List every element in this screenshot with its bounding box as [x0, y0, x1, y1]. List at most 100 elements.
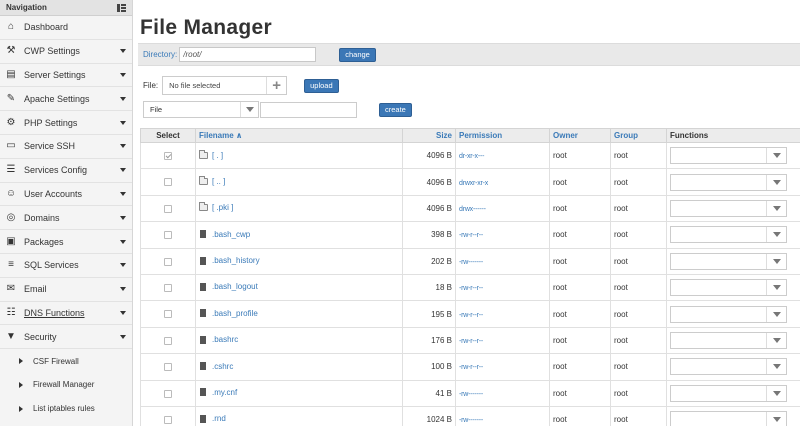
- functions-select[interactable]: [670, 358, 787, 376]
- functions-select[interactable]: [670, 305, 787, 323]
- upload-button[interactable]: upload: [304, 78, 339, 93]
- permission-link[interactable]: -rw-r--r--: [459, 364, 483, 371]
- filename-cell: .bash_history: [195, 247, 403, 275]
- functions-select[interactable]: [670, 279, 787, 297]
- sidebar-item-services-config[interactable]: ☰ Services Config: [0, 159, 132, 183]
- create-type-select[interactable]: File: [143, 101, 259, 118]
- submenu-item-label: Firewall Manager: [33, 380, 95, 390]
- chevron-down-icon[interactable]: [766, 332, 786, 348]
- sidebar-item-email[interactable]: ✉ Email: [0, 278, 132, 302]
- chevron-down-icon[interactable]: [766, 280, 786, 296]
- functions-select[interactable]: [670, 199, 787, 217]
- header-group[interactable]: Group: [610, 128, 667, 143]
- functions-select[interactable]: [670, 226, 787, 244]
- row-checkbox[interactable]: [164, 415, 172, 424]
- functions-select[interactable]: [670, 331, 787, 349]
- row-checkbox[interactable]: [164, 178, 172, 187]
- filename-link[interactable]: [ . ]: [199, 149, 223, 160]
- sidebar-item-apache-settings[interactable]: ✎ Apache Settings: [0, 87, 132, 112]
- sidebar-item-dashboard[interactable]: ⌂ Dashboard: [0, 16, 132, 40]
- sidebar-item-service-ssh[interactable]: ▭ Service SSH: [0, 135, 132, 159]
- functions-select[interactable]: [670, 147, 787, 165]
- row-checkbox[interactable]: [164, 389, 172, 398]
- chevron-down-icon[interactable]: [766, 359, 786, 375]
- submenu-item-list-iptables-rules[interactable]: List iptables rules: [0, 396, 132, 421]
- header-owner[interactable]: Owner: [549, 128, 611, 143]
- filename-link[interactable]: .rnd: [199, 414, 226, 423]
- filename-link[interactable]: .my.cnf: [199, 388, 237, 397]
- plus-icon[interactable]: +: [266, 77, 286, 94]
- create-name-input[interactable]: [260, 101, 357, 118]
- sidebar-item-dns-functions[interactable]: ☷ DNS Functions: [0, 302, 132, 326]
- permission-link[interactable]: -rw-r--r--: [459, 312, 483, 319]
- filename-link[interactable]: .bash_history: [199, 256, 260, 265]
- directory-input[interactable]: [179, 47, 317, 62]
- chevron-down-icon[interactable]: [766, 227, 786, 243]
- sidebar-item-php-settings[interactable]: ⚙ PHP Settings: [0, 111, 132, 135]
- chevron-down-icon[interactable]: [766, 412, 786, 426]
- folder-icon: [199, 176, 208, 186]
- row-checkbox[interactable]: [164, 204, 172, 213]
- create-button[interactable]: create: [379, 102, 412, 117]
- header-size[interactable]: Size: [402, 128, 456, 143]
- select-cell: [140, 353, 196, 381]
- functions-select[interactable]: [670, 252, 787, 270]
- filename-link[interactable]: .bash_profile: [199, 309, 258, 318]
- sidebar-item-sql-services[interactable]: ≡ SQL Services: [0, 254, 132, 278]
- row-checkbox[interactable]: [164, 310, 172, 319]
- functions-select[interactable]: [670, 411, 787, 426]
- owner-cell: root: [549, 141, 611, 170]
- row-checkbox[interactable]: [164, 257, 172, 266]
- nav-list: ⌂ Dashboard ⚒ CWP Settings ▤ Server Settings ✎…: [0, 16, 132, 350]
- sidebar-item-domains[interactable]: ◎ Domains: [0, 206, 132, 231]
- chevron-down-icon[interactable]: [766, 200, 786, 216]
- file-picker[interactable]: No file selected +: [162, 76, 288, 95]
- filename-link[interactable]: [ .. ]: [199, 176, 225, 186]
- sidebar-item-label: Email: [24, 284, 47, 295]
- chevron-down-icon[interactable]: [766, 306, 786, 322]
- permission-link[interactable]: -rw-------: [459, 391, 483, 398]
- permission-link[interactable]: -rw-------: [459, 259, 483, 266]
- functions-select[interactable]: [670, 384, 787, 402]
- functions-select[interactable]: [670, 173, 787, 191]
- permission-link[interactable]: dr-xr-x---: [459, 153, 484, 160]
- chevron-down-icon[interactable]: [766, 174, 786, 190]
- filename-link[interactable]: .bashrc: [199, 335, 238, 344]
- submenu-item-firewall-manager[interactable]: Firewall Manager: [0, 372, 132, 397]
- chevron-down-icon[interactable]: [766, 385, 786, 401]
- permission-link[interactable]: -rw-r--r--: [459, 232, 483, 239]
- permission-link[interactable]: drwx------: [459, 206, 486, 213]
- sidebar-item-security[interactable]: ▼ Security: [0, 325, 132, 350]
- submenu-item-csf-firewall[interactable]: CSF Firewall: [0, 349, 132, 373]
- filename-text: .bash_cwp: [212, 229, 251, 239]
- header-permission[interactable]: Permission: [455, 128, 550, 143]
- row-checkbox[interactable]: [164, 363, 172, 372]
- header-filename[interactable]: Filename ∧: [195, 128, 403, 143]
- filename-link[interactable]: [ .pki ]: [199, 202, 233, 212]
- chevron-down-icon[interactable]: [766, 253, 786, 269]
- permission-link[interactable]: -rw-r--r--: [459, 338, 483, 345]
- table-row: .bash_cwp 398 B -rw-r--r-- root root: [140, 221, 800, 249]
- permission-link[interactable]: drwxr-xr-x: [459, 180, 488, 187]
- change-button[interactable]: change: [339, 47, 376, 62]
- sidebar-item-packages[interactable]: ▣ Packages: [0, 230, 132, 254]
- filename-link[interactable]: .cshrc: [199, 362, 233, 371]
- chevron-down-icon[interactable]: [766, 148, 786, 164]
- row-checkbox[interactable]: [164, 336, 172, 345]
- permission-link[interactable]: -rw-------: [459, 417, 483, 424]
- filename-link[interactable]: .bash_logout: [199, 282, 258, 291]
- row-checkbox[interactable]: [164, 152, 172, 161]
- row-checkbox[interactable]: [164, 231, 172, 240]
- sidebar-item-label: DNS Functions: [24, 307, 85, 318]
- owner-cell: root: [549, 300, 611, 328]
- chevron-down-icon[interactable]: [240, 102, 258, 117]
- filename-text: .rnd: [212, 414, 226, 424]
- row-checkbox[interactable]: [164, 284, 172, 293]
- sidebar-toggle-icon[interactable]: [117, 3, 126, 12]
- permission-cell: -rw-r--r--: [455, 326, 550, 355]
- sidebar-item-server-settings[interactable]: ▤ Server Settings: [0, 64, 132, 88]
- permission-link[interactable]: -rw-r--r--: [459, 285, 483, 292]
- sidebar-item-user-accounts[interactable]: ☺ User Accounts: [0, 183, 132, 207]
- sidebar-item-cwp-settings[interactable]: ⚒ CWP Settings: [0, 40, 132, 64]
- filename-link[interactable]: .bash_cwp: [199, 230, 250, 239]
